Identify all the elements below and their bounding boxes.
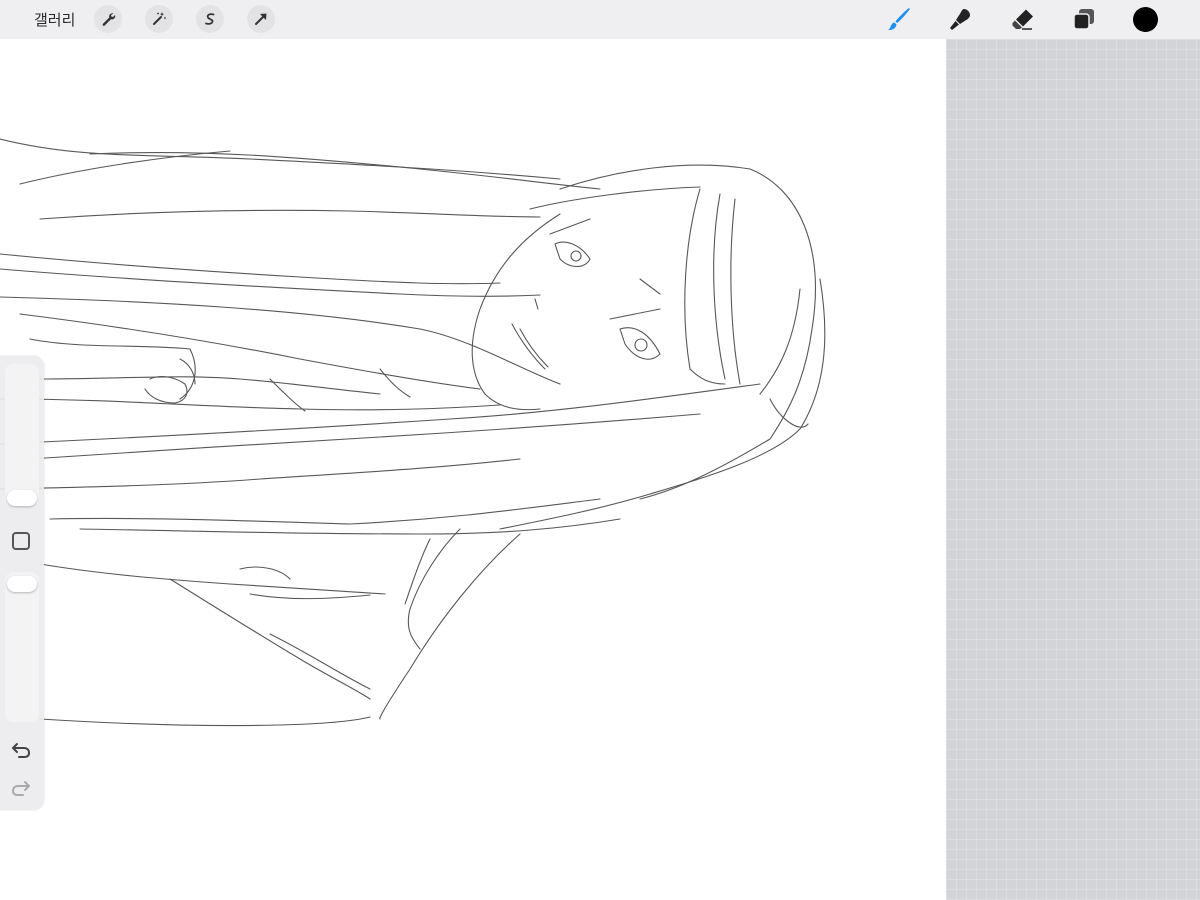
brush-icon (888, 8, 910, 30)
smudge-icon (950, 9, 970, 30)
color-picker-button[interactable] (1133, 7, 1158, 32)
undo-button[interactable] (10, 740, 34, 760)
top-toolbar: 갤러리 (0, 0, 1200, 39)
layers-button[interactable] (1069, 4, 1099, 34)
brush-size-slider[interactable] (5, 364, 39, 506)
brush-size-thumb[interactable] (7, 490, 37, 506)
sketch-drawing (0, 138, 826, 727)
gallery-button[interactable]: 갤러리 (34, 9, 75, 30)
selection-icon (205, 13, 215, 25)
redo-icon (11, 781, 30, 796)
eraser-tool-button[interactable] (1008, 4, 1038, 34)
drawing-canvas[interactable] (0, 39, 946, 900)
eraser-icon (1012, 9, 1033, 30)
layers-icon (1073, 9, 1094, 30)
redo-button[interactable] (10, 778, 34, 798)
opacity-slider[interactable] (5, 572, 39, 722)
wrench-icon (102, 13, 116, 26)
undo-icon (12, 743, 31, 758)
smudge-tool-button[interactable] (946, 4, 976, 34)
modify-square-icon[interactable] (12, 532, 30, 550)
left-sidebar (0, 356, 44, 810)
arrow-icon (255, 13, 267, 25)
transform-button[interactable] (247, 5, 275, 33)
adjustments-button[interactable] (145, 5, 173, 33)
selection-button[interactable] (196, 5, 224, 33)
opacity-thumb[interactable] (7, 576, 37, 592)
brush-tool-button[interactable] (884, 4, 914, 34)
canvas-background-area (946, 39, 1200, 900)
actions-button[interactable] (94, 5, 122, 33)
magic-wand-icon (153, 12, 166, 25)
